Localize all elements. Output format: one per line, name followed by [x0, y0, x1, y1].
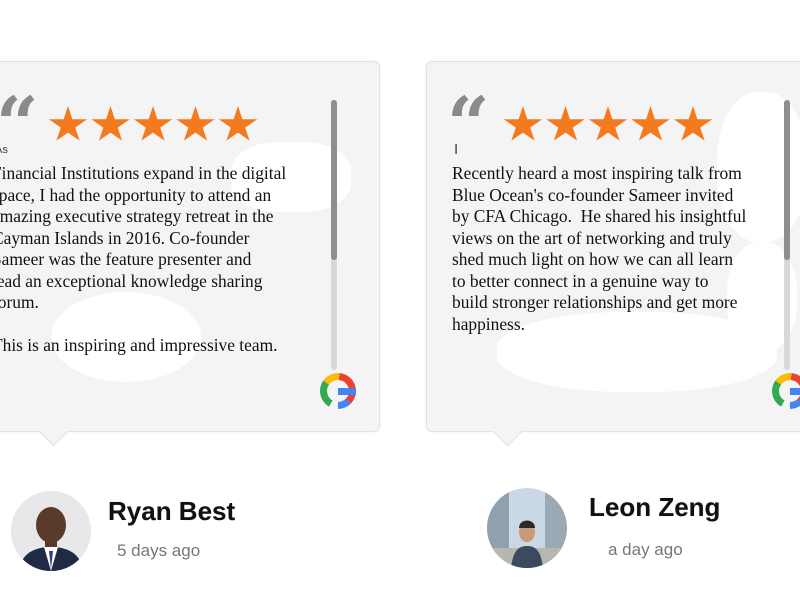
star-icon [588, 106, 628, 141]
star-icon [673, 106, 713, 141]
scroll-thumb[interactable] [784, 100, 790, 260]
star-icon [546, 106, 585, 141]
review-text: Recently heard a most inspiring talk fro… [452, 163, 747, 334]
star-icon [631, 106, 670, 141]
star-icon [218, 106, 258, 141]
review-time: 5 days ago [117, 541, 201, 560]
review-prefix: As [0, 144, 8, 156]
star-icon [176, 106, 215, 141]
star-icon [133, 106, 173, 141]
review-text: Financial Institutions expand in the dig… [0, 163, 287, 355]
avatar-photo [487, 488, 567, 568]
review-scrollbar[interactable] [331, 100, 337, 370]
star-icon [503, 106, 543, 141]
google-icon [320, 373, 356, 409]
star-icon [48, 106, 88, 141]
avatar-photo [11, 491, 91, 571]
star-rating [503, 106, 716, 146]
star-icon [91, 106, 130, 141]
scroll-thumb[interactable] [331, 100, 337, 260]
review-scrollbar[interactable] [784, 100, 790, 370]
avatar [487, 488, 567, 568]
avatar [11, 491, 91, 571]
google-icon [772, 373, 800, 409]
reviewer-name: Ryan Best [108, 496, 236, 526]
review-time: a day ago [608, 540, 683, 559]
star-rating [48, 106, 261, 146]
reviewer-name: Leon Zeng [589, 492, 721, 522]
review-prefix: I [454, 141, 459, 158]
